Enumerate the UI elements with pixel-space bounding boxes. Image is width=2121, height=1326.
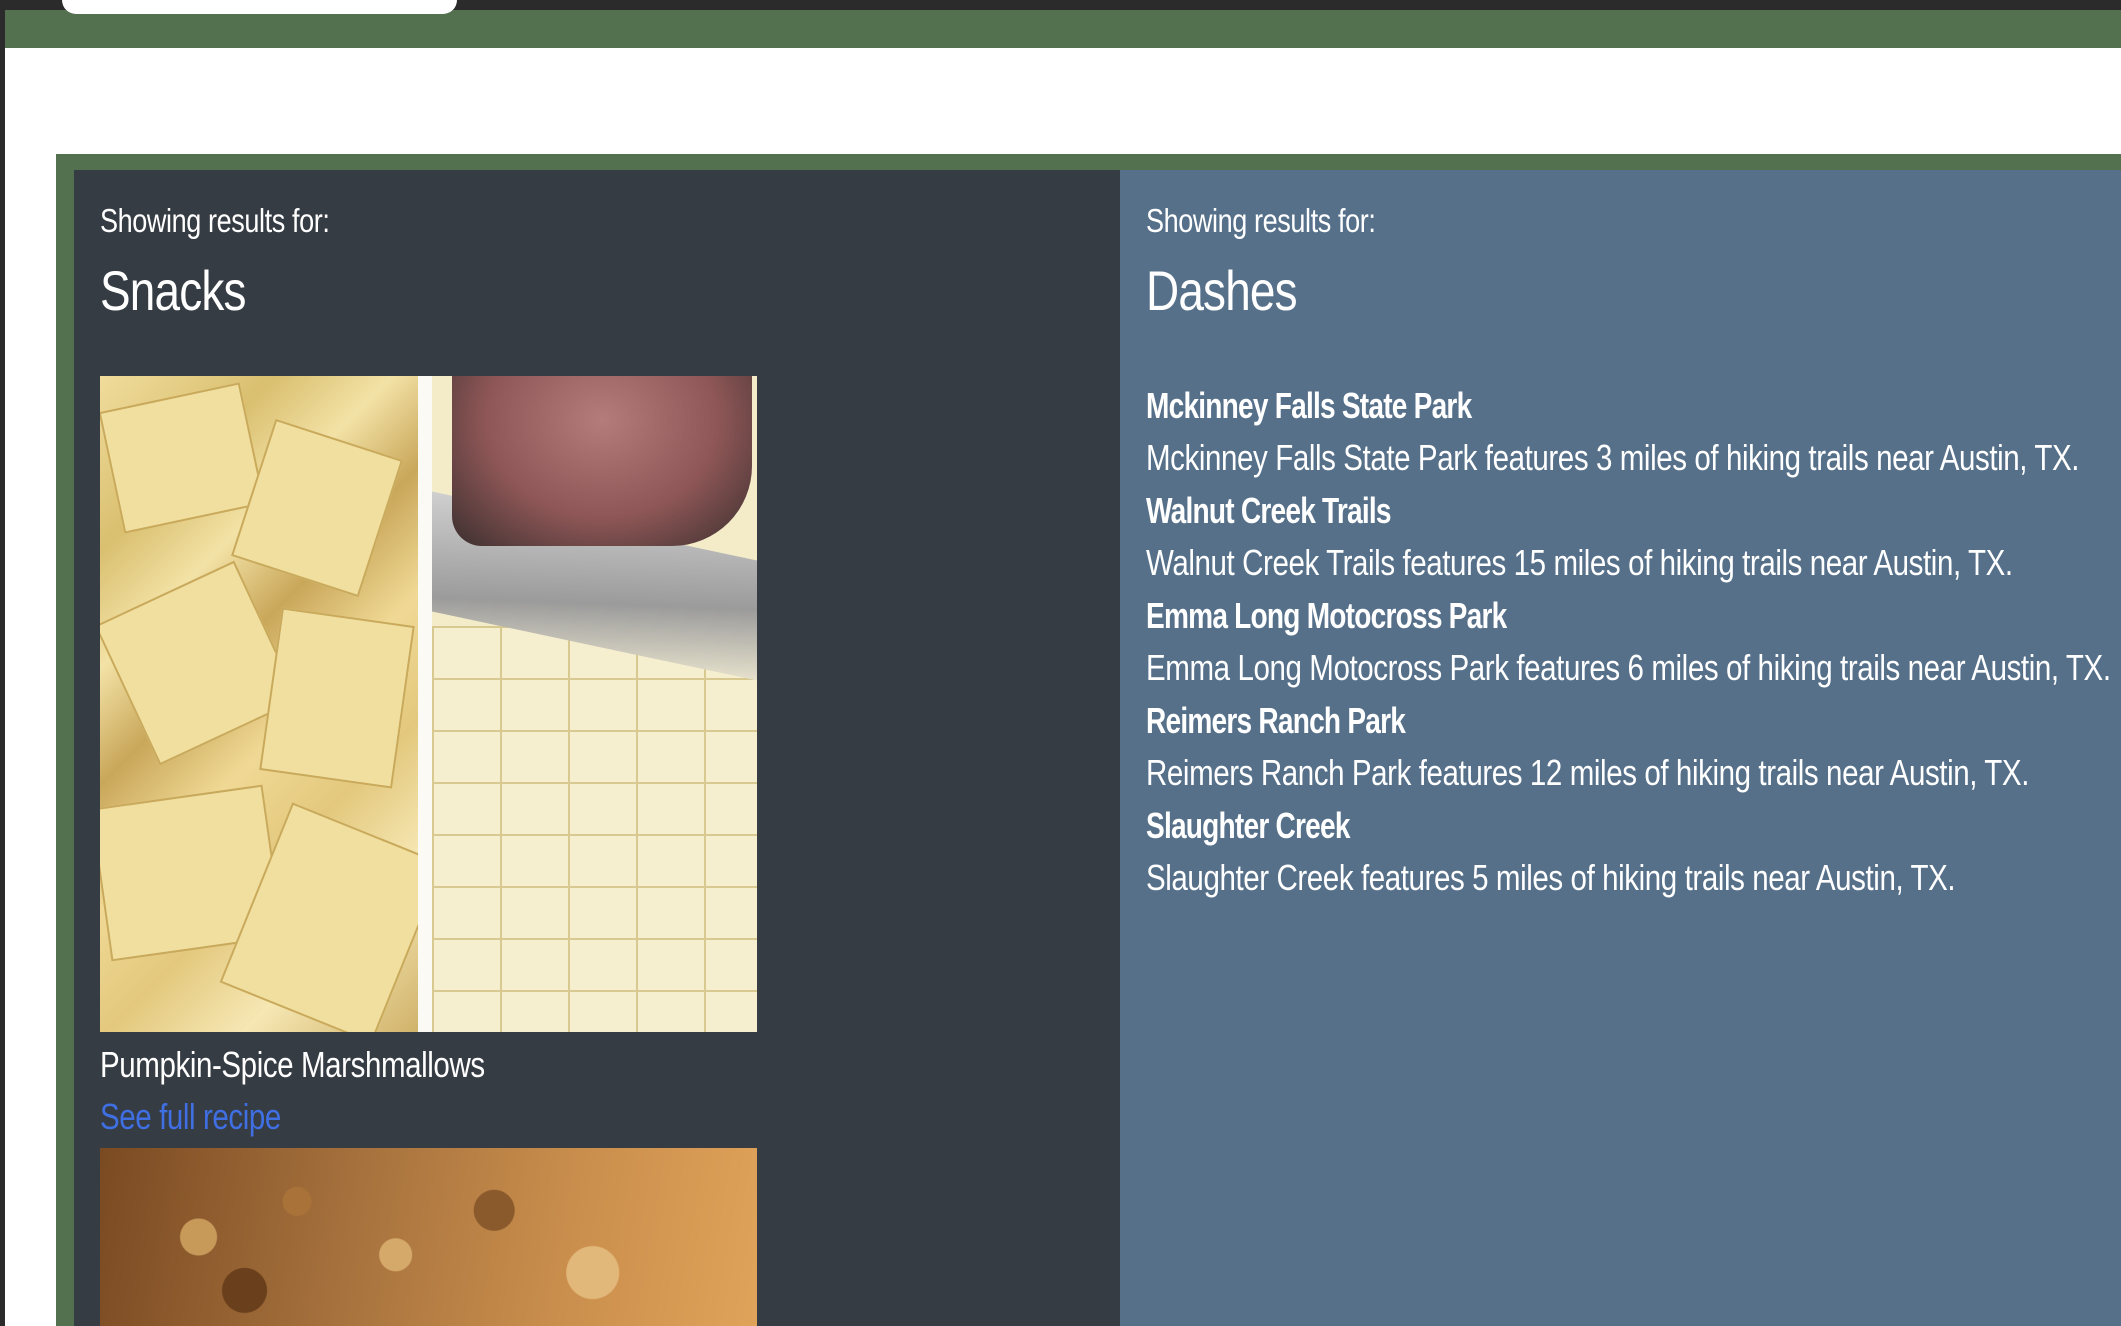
marshmallow-cube: [100, 382, 266, 534]
trail-description: Mckinney Falls State Park features 3 mil…: [1146, 437, 2080, 478]
marshmallow-cube: [259, 607, 415, 789]
marshmallow-photo-left: [100, 376, 445, 1032]
list-item: Reimers Ranch Park Reimers Ranch Park fe…: [1146, 695, 2106, 800]
list-item: Walnut Creek Trails Walnut Creek Trails …: [1146, 485, 2106, 590]
trail-list: Mckinney Falls State Park Mckinney Falls…: [1146, 380, 2111, 905]
list-item: Slaughter Creek Slaughter Creek features…: [1146, 800, 2106, 905]
recipe-title: Pumpkin-Spice Marshmallows: [100, 1044, 485, 1085]
trail-description: Walnut Creek Trails features 15 miles of…: [1146, 542, 2013, 583]
trail-name: Mckinney Falls State Park: [1146, 385, 1472, 426]
marshmallow-cube: [231, 418, 403, 598]
trail-description: Emma Long Motocross Park features 6 mile…: [1146, 647, 2111, 688]
granola-photo: [100, 1148, 757, 1326]
dashes-panel: Showing results for: Dashes Mckinney Fal…: [1120, 170, 2121, 1326]
see-full-recipe-link[interactable]: See full recipe: [100, 1096, 281, 1138]
hand-shape: [452, 376, 752, 546]
trail-name: Walnut Creek Trails: [1146, 490, 1392, 531]
search-pill[interactable]: [62, 0, 457, 14]
recipe-image[interactable]: [100, 376, 757, 1032]
list-item: Mckinney Falls State Park Mckinney Falls…: [1146, 380, 2106, 485]
window-left-edge: [0, 0, 5, 1326]
snacks-heading: Snacks: [100, 259, 246, 322]
dashes-heading: Dashes: [1146, 259, 1298, 322]
list-item: Emma Long Motocross Park Emma Long Motoc…: [1146, 590, 2111, 695]
trail-name: Reimers Ranch Park: [1146, 700, 1406, 741]
header-bar: [5, 10, 2121, 48]
marshmallow-grid: [432, 626, 757, 1032]
snacks-eyebrow: Showing results for:: [100, 202, 330, 239]
dashes-eyebrow: Showing results for:: [1146, 202, 1376, 239]
marshmallow-photo-right: [432, 376, 757, 1032]
recipe-image[interactable]: [100, 1148, 757, 1326]
trail-description: Slaughter Creek features 5 miles of hiki…: [1146, 857, 1956, 898]
trail-name: Slaughter Creek: [1146, 805, 1350, 846]
trail-description: Reimers Ranch Park features 12 miles of …: [1146, 752, 2029, 793]
snacks-panel: Showing results for: Snacks Pumpkin-Spic…: [74, 170, 1120, 1326]
trail-name: Emma Long Motocross Park: [1146, 595, 1507, 636]
photo-divider: [418, 376, 432, 1032]
